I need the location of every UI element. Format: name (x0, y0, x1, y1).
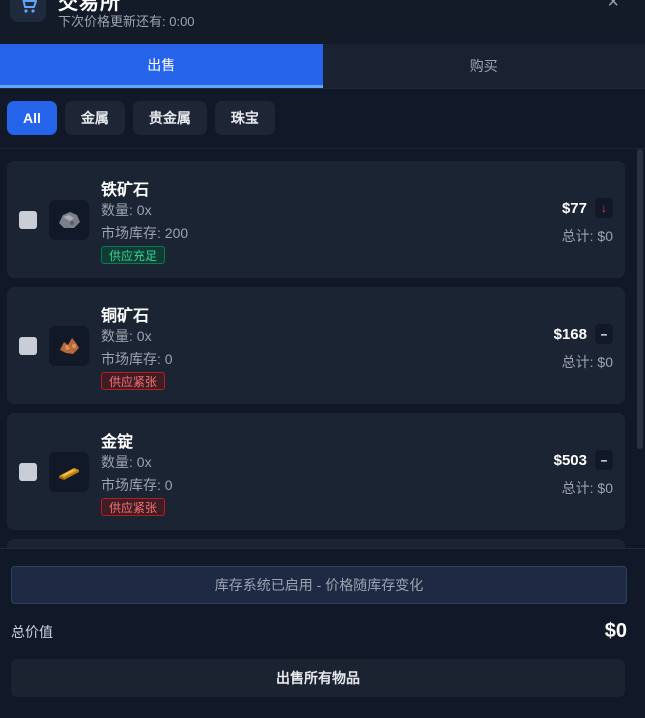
filter-metals[interactable]: 金属 (65, 101, 125, 135)
scrollbar[interactable] (637, 149, 643, 449)
select-checkbox[interactable] (19, 337, 37, 355)
footer: 库存系统已启用 - 价格随库存变化 总价值 $0 出售所有物品 (0, 548, 645, 718)
item-market-stock: 市场库存: 0 (101, 349, 173, 369)
iron-ore-icon (49, 200, 89, 240)
supply-badge: 供应紧张 (101, 498, 165, 516)
filter-jewelry[interactable]: 珠宝 (215, 101, 275, 135)
tab-buy[interactable]: 购买 (323, 44, 645, 88)
header: 交易所 下次价格更新还有: 0:00 × (0, 0, 645, 44)
list-item: 金锭 数量: 0x 市场库存: 0 供应紧张 $503 – 总计: $0 (7, 413, 625, 530)
price-update-countdown: 下次价格更新还有: 0:00 (58, 11, 195, 30)
item-name: 金锭 (101, 428, 133, 452)
item-list: 铁矿石 数量: 0x 市场库存: 200 供应充足 $77 ↓ 总计: $0 铜… (0, 149, 645, 548)
price-row: $168 – (554, 324, 613, 344)
inventory-notice: 库存系统已启用 - 价格随库存变化 (11, 566, 627, 604)
item-quantity: 数量: 0x (101, 326, 152, 346)
price-row: $77 ↓ (562, 198, 613, 218)
gold-ingot-icon (49, 452, 89, 492)
item-price: $77 (562, 200, 587, 217)
item-price: $503 (554, 452, 587, 469)
tab-bar: 出售 购买 (0, 44, 645, 88)
list-item: 铁矿石 数量: 0x 市场库存: 200 供应充足 $77 ↓ 总计: $0 (7, 161, 625, 278)
item-name: 铜矿石 (101, 302, 149, 326)
item-price: $168 (554, 326, 587, 343)
item-quantity: 数量: 0x (101, 200, 152, 220)
category-filters: All 金属 贵金属 珠宝 (7, 101, 275, 135)
trend-flat-icon: – (595, 450, 613, 470)
select-checkbox[interactable] (19, 211, 37, 229)
item-total: 总计: $0 (562, 478, 613, 498)
item-quantity: 数量: 0x (101, 452, 152, 472)
select-checkbox[interactable] (19, 463, 37, 481)
item-total: 总计: $0 (562, 352, 613, 372)
item-market-stock: 市场库存: 200 (101, 223, 188, 243)
filter-precious-metals[interactable]: 贵金属 (133, 101, 207, 135)
supply-badge: 供应充足 (101, 246, 165, 264)
list-item-partial (7, 539, 625, 548)
item-market-stock: 市场库存: 0 (101, 475, 173, 495)
divider (0, 88, 645, 89)
total-value-label: 总价值 (11, 622, 53, 642)
cart-icon (10, 0, 46, 22)
item-name: 铁矿石 (101, 176, 149, 200)
copper-ore-icon (49, 326, 89, 366)
sell-all-button[interactable]: 出售所有物品 (11, 659, 625, 697)
supply-badge: 供应紧张 (101, 372, 165, 390)
list-item: 铜矿石 数量: 0x 市场库存: 0 供应紧张 $168 – 总计: $0 (7, 287, 625, 404)
price-row: $503 – (554, 450, 613, 470)
close-icon[interactable]: × (607, 0, 619, 12)
trend-flat-icon: – (595, 324, 613, 344)
total-value: $0 (605, 620, 627, 643)
trend-down-icon: ↓ (595, 198, 613, 218)
item-total: 总计: $0 (562, 226, 613, 246)
filter-all[interactable]: All (7, 101, 57, 135)
tab-sell[interactable]: 出售 (0, 44, 323, 88)
